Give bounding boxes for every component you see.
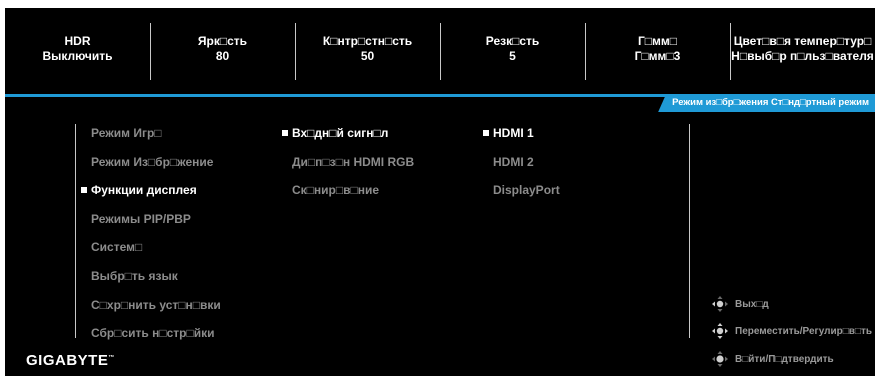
nav-hint-move: Переместить/Регулир□в□ть	[711, 322, 872, 340]
status-gamma: Г□мм□ Г□мм□3	[585, 8, 730, 90]
status-title: HDR	[64, 34, 91, 48]
option-label: HDMI 1	[493, 126, 534, 140]
gigabyte-logo: GIGABYTE™	[26, 352, 115, 369]
status-brightness: Ярк□сть 80	[150, 8, 295, 90]
option-displayport[interactable]: DisplayPort	[493, 183, 560, 198]
menu-item-label: Выбр□ть язык	[91, 269, 178, 283]
joystick-left-icon	[712, 296, 728, 312]
status-color-temperature: Цвет□в□я темпер□тур□ Н□выб□р п□льз□вател…	[730, 8, 875, 90]
osd-panel: HDR Выключить Ярк□сть 80 К□нтр□стн□сть 5…	[5, 8, 875, 376]
menu-item-label: Режим Игр□	[91, 126, 162, 140]
status-value: 80	[215, 49, 230, 63]
status-value: 50	[360, 49, 375, 63]
trademark-mark: ™	[108, 355, 115, 361]
menu-item-language[interactable]: Выбр□ть язык	[91, 269, 178, 284]
nav-hint-label: Переместить/Регулир□в□ть	[735, 325, 873, 337]
nav-hint-label: Вых□д	[735, 298, 769, 310]
joystick-move-icon	[712, 323, 728, 339]
status-title: Ярк□сть	[197, 34, 248, 48]
option-hdmi-2[interactable]: HDMI 2	[493, 155, 534, 170]
submenu-item-label: Вх□дн□й сигн□л	[292, 126, 389, 140]
column-divider	[75, 124, 76, 338]
status-bar: HDR Выключить Ярк□сть 80 К□нтр□стн□сть 5…	[5, 8, 875, 90]
status-title: К□нтр□стн□сть	[322, 34, 413, 48]
status-contrast: К□нтр□стн□сть 50	[295, 8, 440, 90]
menu-item-picture-mode[interactable]: Режим Из□бр□жение	[91, 155, 213, 170]
status-hdr: HDR Выключить	[5, 8, 150, 90]
nav-hint-label: В□йти/П□дтвердить	[735, 353, 834, 365]
selection-bullet-icon	[282, 130, 288, 136]
menu-item-label: Режимы PIP/PBP	[91, 212, 191, 226]
menu-item-label: Функции дисплея	[91, 183, 197, 197]
option-hdmi-1[interactable]: HDMI 1	[483, 126, 534, 141]
nav-hint-exit: Вых□д	[711, 295, 769, 313]
option-label: DisplayPort	[493, 183, 560, 197]
joystick-press-icon	[712, 351, 728, 367]
selection-bullet-icon	[81, 187, 87, 193]
menu-item-label: Систем□	[91, 240, 143, 254]
menu-item-pip-pbp[interactable]: Режимы PIP/PBP	[91, 212, 191, 227]
status-sharpness: Резк□сть 5	[440, 8, 585, 90]
menu-item-label: Режим Из□бр□жение	[91, 155, 214, 169]
menu-item-system[interactable]: Систем□	[91, 240, 142, 255]
nav-hint-enter: В□йти/П□дтвердить	[711, 350, 834, 368]
menu-item-display-functions[interactable]: Функции дисплея	[81, 183, 197, 198]
status-value: Г□мм□3	[634, 49, 681, 63]
status-title: Цвет□в□я темпер□тур□	[733, 34, 872, 48]
status-title: Г□мм□	[637, 34, 678, 48]
status-title: Резк□сть	[485, 34, 540, 48]
submenu-item-label: Ск□нир□в□ние	[292, 183, 380, 197]
column-divider	[689, 124, 690, 338]
brand-text: GIGABYTE	[26, 352, 109, 369]
menu-item-save-settings[interactable]: С□хр□нить уст□н□вки	[91, 298, 221, 313]
status-value: Выключить	[42, 49, 113, 63]
submenu-item-overscan[interactable]: Ск□нир□в□ние	[292, 183, 379, 198]
picture-mode-tab: Режим из□бр□жения Ст□нд□ртный режим	[658, 94, 875, 112]
status-value: 5	[509, 49, 516, 63]
submenu-item-hdmi-rgb-range[interactable]: Ди□п□з□н HDMI RGB	[292, 155, 414, 170]
submenu-item-input-signal[interactable]: Вх□дн□й сигн□л	[282, 126, 389, 141]
option-label: HDMI 2	[493, 155, 534, 169]
selection-bullet-icon	[483, 130, 489, 136]
menu-item-game-mode[interactable]: Режим Игр□	[91, 126, 162, 141]
menu-item-label: С□хр□нить уст□н□вки	[91, 298, 221, 312]
menu-item-label: Сбр□сить н□стр□йки	[91, 326, 215, 340]
submenu-item-label: Ди□п□з□н HDMI RGB	[292, 155, 415, 169]
status-value: Н□выб□р п□льз□вателя	[731, 49, 874, 63]
menu-item-reset[interactable]: Сбр□сить н□стр□йки	[91, 326, 215, 341]
